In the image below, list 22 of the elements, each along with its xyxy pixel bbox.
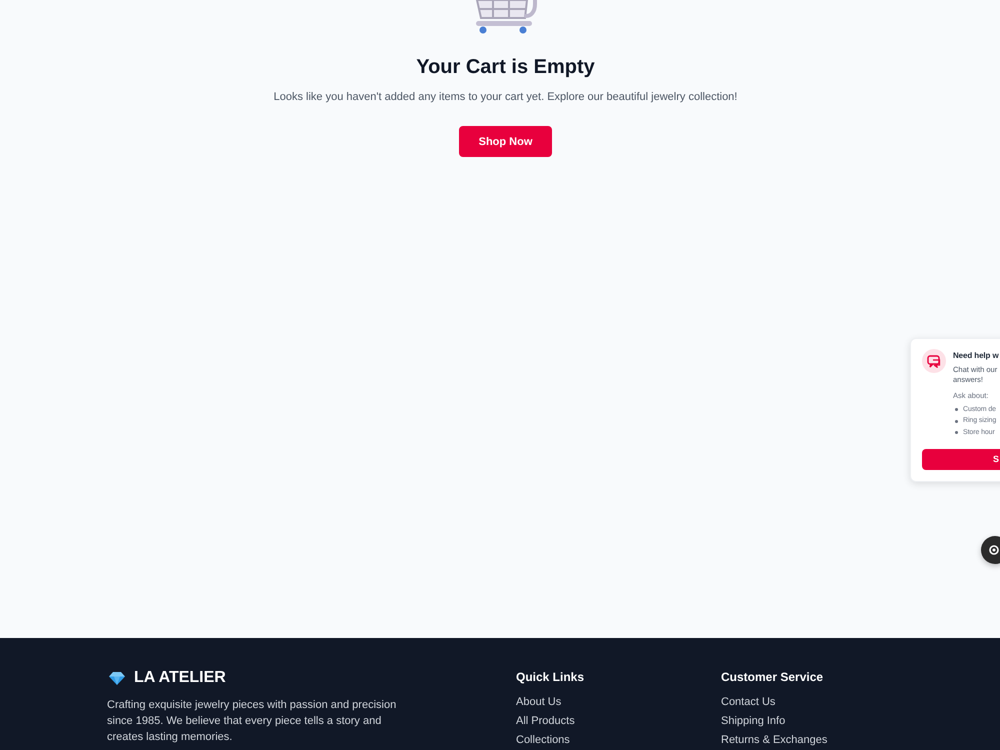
chat-title: Need help w	[953, 350, 999, 362]
footer-column-heading: Customer Service	[721, 669, 824, 685]
speech-bubbles-icon	[922, 349, 946, 373]
bullet-icon	[955, 420, 958, 422]
empty-cart-message: Looks like you haven't added any items to your cart yet. Explore our beautiful jewelry collection!	[274, 90, 738, 104]
empty-cart-title: Your Cart is Empty	[416, 55, 595, 79]
footer-link[interactable]: Shipping Info	[721, 715, 786, 728]
start-chat-button[interactable]: S	[922, 448, 1000, 470]
footer-column-heading: Quick Links	[516, 669, 584, 685]
footer-link[interactable]: Collections	[516, 734, 570, 747]
brand-description: Crafting exquisite jewelry pieces with passion and precision since 1985. We believe that every piece tells a story and creates lasting memories.	[107, 698, 397, 745]
footer-link[interactable]: All Products	[516, 715, 575, 728]
bullet-icon	[955, 431, 958, 434]
footer-link[interactable]: Returns & Exchanges	[721, 734, 828, 747]
bullet-icon	[955, 408, 958, 411]
shop-now-button[interactable]: Shop Now	[459, 126, 552, 157]
brand-name: LA ATELIER	[134, 669, 226, 687]
diamond-icon	[109, 672, 125, 684]
ring-icon	[989, 545, 999, 555]
shopping-cart-icon	[474, 0, 536, 34]
footer-link[interactable]: About Us	[516, 696, 562, 709]
footer-link[interactable]: Contact Us	[721, 696, 776, 709]
